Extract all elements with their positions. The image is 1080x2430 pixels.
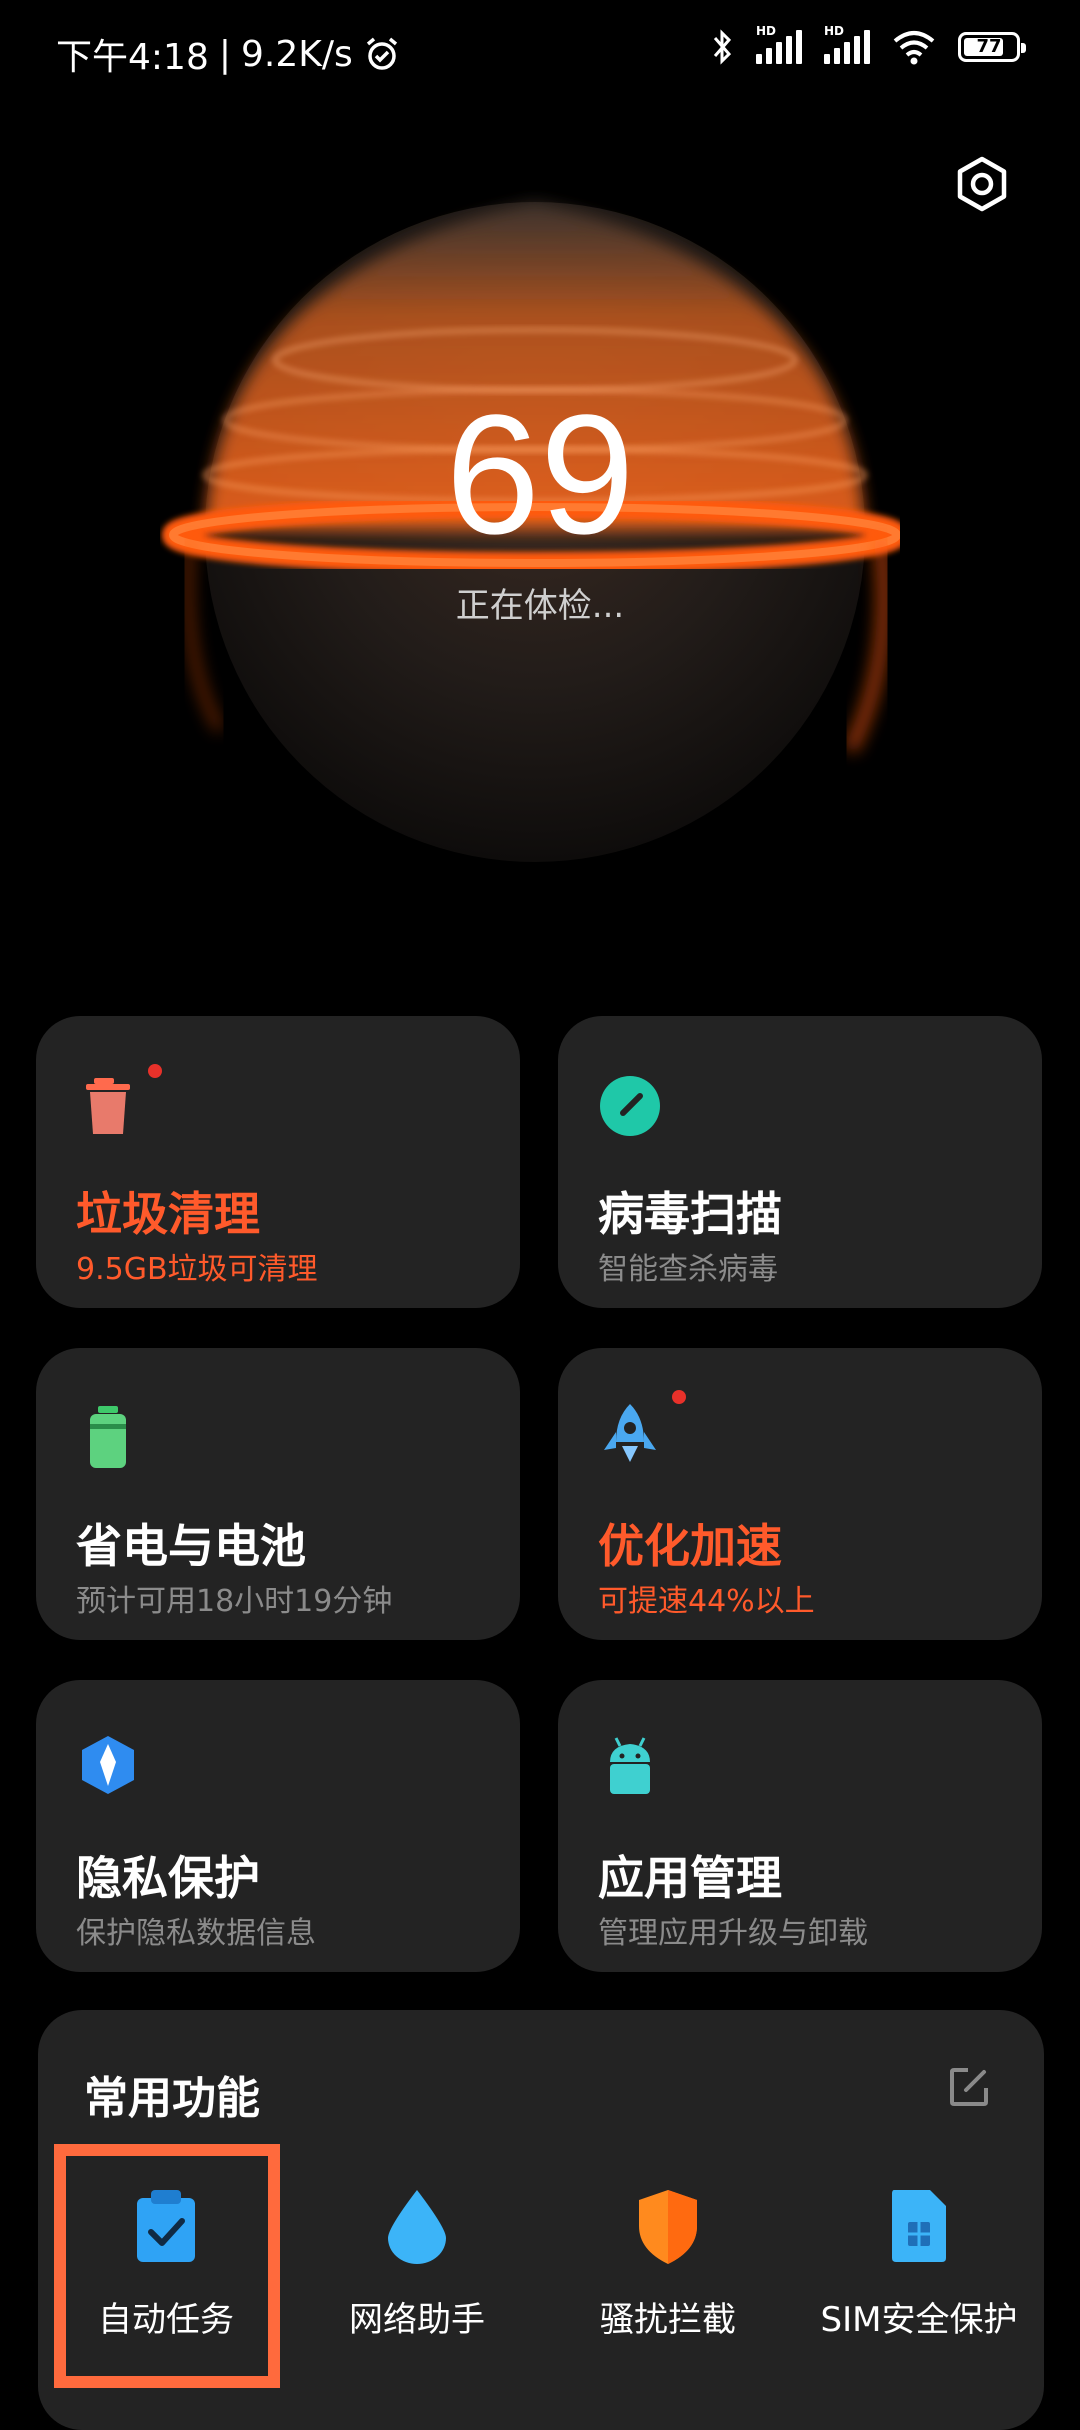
- signal-icon-1: HD: [756, 24, 802, 64]
- function-label: SIM安全保护: [820, 2300, 1018, 2340]
- wifi-icon: [893, 31, 935, 65]
- function-auto-task[interactable]: 自动任务: [41, 2186, 291, 2341]
- scan-status: 正在体检...: [455, 586, 625, 626]
- common-functions-title: 常用功能: [84, 2073, 260, 2124]
- card-battery[interactable]: 省电与电池 预计可用18小时19分钟: [36, 1348, 520, 1640]
- card-title: 隐私保护: [76, 1851, 260, 1905]
- card-subtitle: 管理应用升级与卸载: [598, 1916, 868, 1951]
- status-bar: 下午4:18 | 9.2K/s HD HD 77: [0, 0, 1080, 104]
- card-app-management[interactable]: 应用管理 管理应用升级与卸载: [558, 1680, 1042, 1972]
- virus-scan-icon: [600, 1076, 660, 1136]
- bluetooth-icon: [713, 29, 732, 65]
- card-junk-cleanup[interactable]: 垃圾清理 9.5GB垃圾可清理: [36, 1016, 520, 1308]
- status-time: 下午4:18: [56, 37, 209, 78]
- alert-dot: [672, 1390, 686, 1404]
- function-sim-protection[interactable]: SIM安全保护: [794, 2186, 1044, 2341]
- function-harassment-block[interactable]: 骚扰拦截: [543, 2186, 793, 2341]
- edit-icon[interactable]: [946, 2064, 992, 2110]
- alert-dot: [148, 1064, 162, 1078]
- battery-icon: [90, 1406, 126, 1468]
- card-title: 优化加速: [598, 1519, 782, 1573]
- status-net-speed: 9.2K/s: [240, 33, 353, 75]
- settings-icon[interactable]: [952, 154, 1012, 214]
- clipboard-check-icon: [137, 2190, 195, 2262]
- card-subtitle: 智能查杀病毒: [598, 1252, 778, 1287]
- card-title: 省电与电池: [76, 1519, 306, 1573]
- card-subtitle: 可提速44%以上: [598, 1584, 815, 1619]
- privacy-icon: [82, 1736, 134, 1794]
- function-label: 骚扰拦截: [600, 2300, 736, 2340]
- card-subtitle: 9.5GB垃圾可清理: [76, 1252, 318, 1287]
- card-title: 垃圾清理: [76, 1187, 260, 1241]
- function-network-assistant[interactable]: 网络助手: [292, 2186, 542, 2341]
- android-icon: [610, 1737, 650, 1794]
- status-divider: |: [218, 33, 231, 75]
- rocket-icon: [604, 1404, 656, 1462]
- card-title: 应用管理: [598, 1851, 782, 1905]
- card-title: 病毒扫描: [598, 1187, 782, 1241]
- sim-card-icon: [892, 2190, 946, 2262]
- status-right: HD HD 77: [710, 24, 1026, 66]
- common-functions-panel: 常用功能 自动任务 网络助手 骚扰拦截 SIM安全保护: [38, 2010, 1044, 2430]
- status-left: 下午4:18 | 9.2K/s: [56, 28, 401, 80]
- card-virus-scan[interactable]: 病毒扫描 智能查杀病毒: [558, 1016, 1042, 1308]
- card-subtitle: 预计可用18小时19分钟: [76, 1584, 393, 1619]
- function-label: 网络助手: [349, 2300, 485, 2340]
- signal-icon-2: HD: [824, 24, 870, 64]
- trash-icon: [86, 1078, 130, 1134]
- battery-indicator: 77: [958, 32, 1026, 62]
- alarm-icon: [366, 37, 397, 70]
- battery-level: 77: [976, 36, 1002, 57]
- health-score: 69: [445, 380, 635, 570]
- shield-icon: [639, 2190, 697, 2264]
- card-subtitle: 保护隐私数据信息: [76, 1916, 316, 1951]
- water-drop-icon: [388, 2190, 446, 2264]
- card-privacy[interactable]: 隐私保护 保护隐私数据信息: [36, 1680, 520, 1972]
- function-label: 自动任务: [98, 2300, 234, 2340]
- card-speed-up[interactable]: 优化加速 可提速44%以上: [558, 1348, 1042, 1640]
